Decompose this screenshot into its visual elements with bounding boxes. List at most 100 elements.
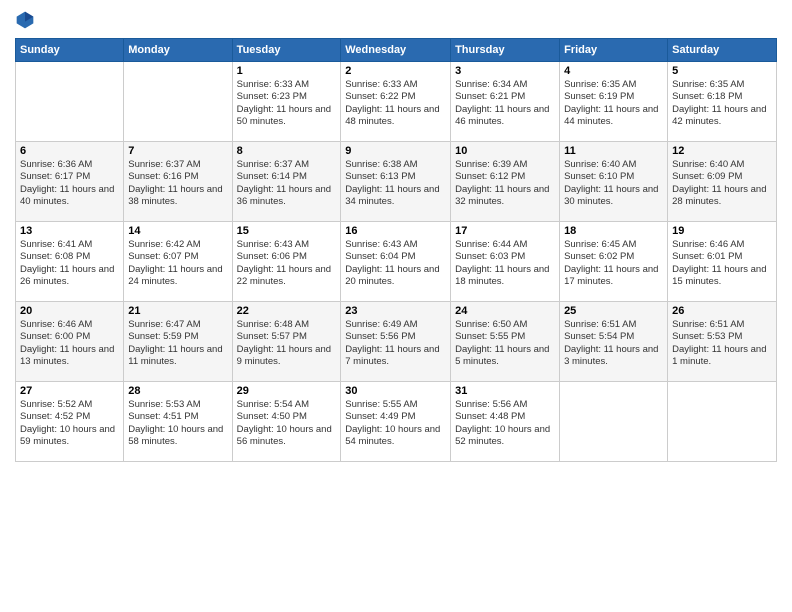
day-number: 8	[237, 145, 337, 157]
day-number: 7	[128, 145, 227, 157]
week-row-1: 6 Sunrise: 6:36 AMSunset: 6:17 PMDaylight…	[16, 142, 777, 222]
day-info: Sunrise: 6:46 AMSunset: 6:00 PMDaylight:…	[20, 319, 119, 368]
day-number: 18	[564, 225, 663, 237]
day-number: 5	[672, 65, 772, 77]
day-info: Sunrise: 6:41 AMSunset: 6:08 PMDaylight:…	[20, 239, 119, 288]
day-info: Sunrise: 5:56 AMSunset: 4:48 PMDaylight:…	[455, 399, 555, 448]
day-info: Sunrise: 6:37 AMSunset: 6:14 PMDaylight:…	[237, 159, 337, 208]
day-number: 3	[455, 65, 555, 77]
calendar-cell: 17Sunrise: 6:44 AMSunset: 6:03 PMDayligh…	[451, 222, 560, 302]
day-info: Sunrise: 6:47 AMSunset: 5:59 PMDaylight:…	[128, 319, 227, 368]
week-row-0: 1Sunrise: 6:33 AMSunset: 6:23 PMDaylight…	[16, 62, 777, 142]
calendar-cell: 11 Sunrise: 6:40 AMSunset: 6:10 PMDayligh…	[560, 142, 668, 222]
calendar-cell: 21 Sunrise: 6:47 AMSunset: 5:59 PMDayligh…	[124, 302, 232, 382]
calendar-cell: 30 Sunrise: 5:55 AMSunset: 4:49 PMDayligh…	[341, 382, 451, 462]
day-number: 12	[672, 145, 772, 157]
header-monday: Monday	[124, 39, 232, 62]
day-number: 6	[20, 145, 119, 157]
header-saturday: Saturday	[668, 39, 777, 62]
page: SundayMondayTuesdayWednesdayThursdayFrid…	[0, 0, 792, 612]
day-info: Sunrise: 6:39 AMSunset: 6:12 PMDaylight:…	[455, 159, 555, 208]
calendar-cell: 12 Sunrise: 6:40 AMSunset: 6:09 PMDayligh…	[668, 142, 777, 222]
calendar-cell: 22 Sunrise: 6:48 AMSunset: 5:57 PMDayligh…	[232, 302, 341, 382]
day-info: Sunrise: 6:51 AMSunset: 5:54 PMDaylight:…	[564, 319, 663, 368]
header-thursday: Thursday	[451, 39, 560, 62]
day-number: 13	[20, 225, 119, 237]
day-number: 21	[128, 305, 227, 317]
calendar-cell	[668, 382, 777, 462]
header-sunday: Sunday	[16, 39, 124, 62]
day-number: 14	[128, 225, 227, 237]
calendar-cell: 5Sunrise: 6:35 AMSunset: 6:18 PMDaylight…	[668, 62, 777, 142]
day-number: 11	[564, 145, 663, 157]
day-info: Sunrise: 6:44 AMSunset: 6:03 PMDaylight:…	[455, 239, 555, 288]
header-wednesday: Wednesday	[341, 39, 451, 62]
header-row: SundayMondayTuesdayWednesdayThursdayFrid…	[16, 39, 777, 62]
day-number: 25	[564, 305, 663, 317]
week-row-4: 27 Sunrise: 5:52 AMSunset: 4:52 PMDayligh…	[16, 382, 777, 462]
day-info: Sunrise: 5:52 AMSunset: 4:52 PMDaylight:…	[20, 399, 119, 448]
calendar-cell	[560, 382, 668, 462]
calendar-cell: 10Sunrise: 6:39 AMSunset: 6:12 PMDayligh…	[451, 142, 560, 222]
header	[15, 10, 777, 30]
calendar-cell: 8 Sunrise: 6:37 AMSunset: 6:14 PMDaylight…	[232, 142, 341, 222]
calendar-cell: 19 Sunrise: 6:46 AMSunset: 6:01 PMDayligh…	[668, 222, 777, 302]
calendar-cell: 31Sunrise: 5:56 AMSunset: 4:48 PMDayligh…	[451, 382, 560, 462]
day-number: 28	[128, 385, 227, 397]
day-info: Sunrise: 6:50 AMSunset: 5:55 PMDaylight:…	[455, 319, 555, 368]
calendar-cell: 29 Sunrise: 5:54 AMSunset: 4:50 PMDayligh…	[232, 382, 341, 462]
week-row-2: 13 Sunrise: 6:41 AMSunset: 6:08 PMDayligh…	[16, 222, 777, 302]
calendar-cell: 9 Sunrise: 6:38 AMSunset: 6:13 PMDaylight…	[341, 142, 451, 222]
calendar-cell: 4Sunrise: 6:35 AMSunset: 6:19 PMDaylight…	[560, 62, 668, 142]
day-number: 23	[345, 305, 446, 317]
day-info: Sunrise: 6:40 AMSunset: 6:10 PMDaylight:…	[564, 159, 663, 208]
logo-text	[15, 10, 37, 30]
calendar-cell: 26 Sunrise: 6:51 AMSunset: 5:53 PMDayligh…	[668, 302, 777, 382]
calendar-cell: 27 Sunrise: 5:52 AMSunset: 4:52 PMDayligh…	[16, 382, 124, 462]
week-row-3: 20Sunrise: 6:46 AMSunset: 6:00 PMDayligh…	[16, 302, 777, 382]
calendar-cell: 13 Sunrise: 6:41 AMSunset: 6:08 PMDayligh…	[16, 222, 124, 302]
day-info: Sunrise: 6:46 AMSunset: 6:01 PMDaylight:…	[672, 239, 772, 288]
calendar-table: SundayMondayTuesdayWednesdayThursdayFrid…	[15, 38, 777, 462]
day-info: Sunrise: 6:48 AMSunset: 5:57 PMDaylight:…	[237, 319, 337, 368]
day-number: 16	[345, 225, 446, 237]
day-info: Sunrise: 6:35 AMSunset: 6:19 PMDaylight:…	[564, 79, 663, 128]
day-number: 24	[455, 305, 555, 317]
logo	[15, 10, 37, 30]
calendar-cell: 24 Sunrise: 6:50 AMSunset: 5:55 PMDayligh…	[451, 302, 560, 382]
day-number: 30	[345, 385, 446, 397]
header-friday: Friday	[560, 39, 668, 62]
calendar-cell: 2Sunrise: 6:33 AMSunset: 6:22 PMDaylight…	[341, 62, 451, 142]
day-info: Sunrise: 5:55 AMSunset: 4:49 PMDaylight:…	[345, 399, 446, 448]
day-number: 26	[672, 305, 772, 317]
calendar-cell: 28 Sunrise: 5:53 AMSunset: 4:51 PMDayligh…	[124, 382, 232, 462]
day-info: Sunrise: 6:42 AMSunset: 6:07 PMDaylight:…	[128, 239, 227, 288]
day-info: Sunrise: 6:45 AMSunset: 6:02 PMDaylight:…	[564, 239, 663, 288]
calendar-cell: 6 Sunrise: 6:36 AMSunset: 6:17 PMDaylight…	[16, 142, 124, 222]
day-info: Sunrise: 6:36 AMSunset: 6:17 PMDaylight:…	[20, 159, 119, 208]
day-number: 2	[345, 65, 446, 77]
calendar-cell: 7 Sunrise: 6:37 AMSunset: 6:16 PMDaylight…	[124, 142, 232, 222]
day-info: Sunrise: 5:54 AMSunset: 4:50 PMDaylight:…	[237, 399, 337, 448]
calendar-cell: 18 Sunrise: 6:45 AMSunset: 6:02 PMDayligh…	[560, 222, 668, 302]
day-info: Sunrise: 5:53 AMSunset: 4:51 PMDaylight:…	[128, 399, 227, 448]
day-number: 27	[20, 385, 119, 397]
logo-icon	[15, 10, 35, 30]
day-number: 1	[237, 65, 337, 77]
day-number: 22	[237, 305, 337, 317]
day-number: 9	[345, 145, 446, 157]
calendar-cell: 1Sunrise: 6:33 AMSunset: 6:23 PMDaylight…	[232, 62, 341, 142]
day-info: Sunrise: 6:43 AMSunset: 6:04 PMDaylight:…	[345, 239, 446, 288]
calendar-cell	[124, 62, 232, 142]
day-info: Sunrise: 6:37 AMSunset: 6:16 PMDaylight:…	[128, 159, 227, 208]
day-info: Sunrise: 6:51 AMSunset: 5:53 PMDaylight:…	[672, 319, 772, 368]
day-number: 29	[237, 385, 337, 397]
day-info: Sunrise: 6:34 AMSunset: 6:21 PMDaylight:…	[455, 79, 555, 128]
day-info: Sunrise: 6:49 AMSunset: 5:56 PMDaylight:…	[345, 319, 446, 368]
day-info: Sunrise: 6:43 AMSunset: 6:06 PMDaylight:…	[237, 239, 337, 288]
calendar-cell	[16, 62, 124, 142]
header-tuesday: Tuesday	[232, 39, 341, 62]
day-info: Sunrise: 6:40 AMSunset: 6:09 PMDaylight:…	[672, 159, 772, 208]
day-number: 19	[672, 225, 772, 237]
day-info: Sunrise: 6:38 AMSunset: 6:13 PMDaylight:…	[345, 159, 446, 208]
